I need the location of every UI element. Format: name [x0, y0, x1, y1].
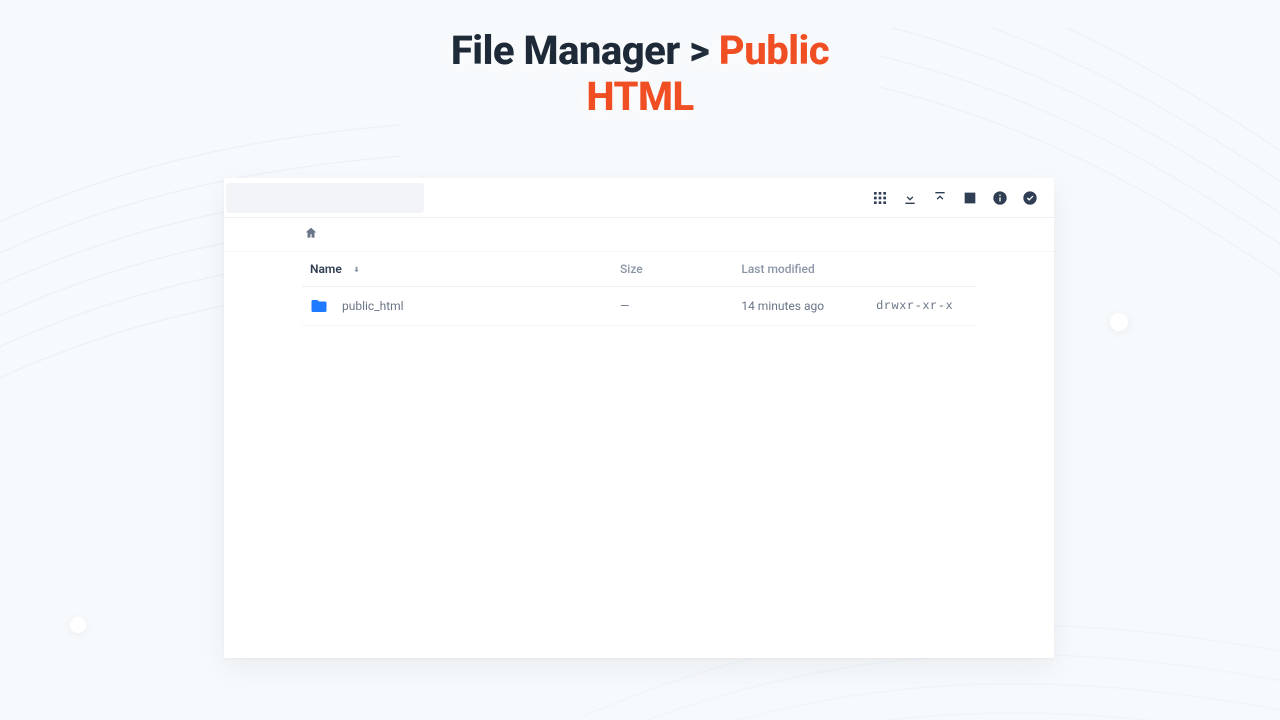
page-title-part1: File Manager — [451, 27, 680, 74]
page-title-sep: > — [680, 27, 719, 74]
col-modified-label: Last modified — [741, 262, 814, 276]
row-name: public_html — [342, 299, 404, 313]
col-size-label: Size — [620, 262, 643, 276]
file-table: Name Size Last modified — [302, 252, 976, 326]
download-icon[interactable] — [902, 190, 918, 206]
table-row[interactable]: public_html — 14 minutes ago drwxr-xr-x — [302, 287, 976, 326]
upload-icon[interactable] — [932, 190, 948, 206]
file-table-wrap: Name Size Last modified — [224, 252, 1054, 326]
file-manager-panel: Name Size Last modified — [224, 178, 1054, 658]
col-perm — [868, 252, 976, 287]
table-header-row: Name Size Last modified — [302, 252, 976, 287]
col-name-label: Name — [310, 262, 342, 276]
grid-view-icon[interactable] — [872, 190, 888, 206]
page-title: File Manager > Public HTML — [420, 28, 860, 120]
stats-icon[interactable] — [962, 190, 978, 206]
folder-icon — [310, 297, 328, 315]
sort-desc-icon — [351, 262, 362, 276]
row-name-cell: public_html — [310, 297, 604, 315]
info-icon[interactable] — [992, 190, 1008, 206]
search-input[interactable] — [226, 183, 424, 213]
home-icon[interactable] — [304, 225, 318, 244]
col-modified[interactable]: Last modified — [733, 252, 868, 287]
breadcrumb-bar — [224, 218, 1054, 252]
check-circle-icon[interactable] — [1022, 190, 1038, 206]
col-name[interactable]: Name — [302, 252, 612, 287]
row-perm: drwxr-xr-x — [876, 299, 953, 313]
toolbar-icons — [872, 190, 1044, 206]
col-size[interactable]: Size — [612, 252, 733, 287]
row-size: — — [620, 299, 629, 313]
toolbar — [224, 178, 1054, 218]
row-modified: 14 minutes ago — [741, 299, 824, 313]
